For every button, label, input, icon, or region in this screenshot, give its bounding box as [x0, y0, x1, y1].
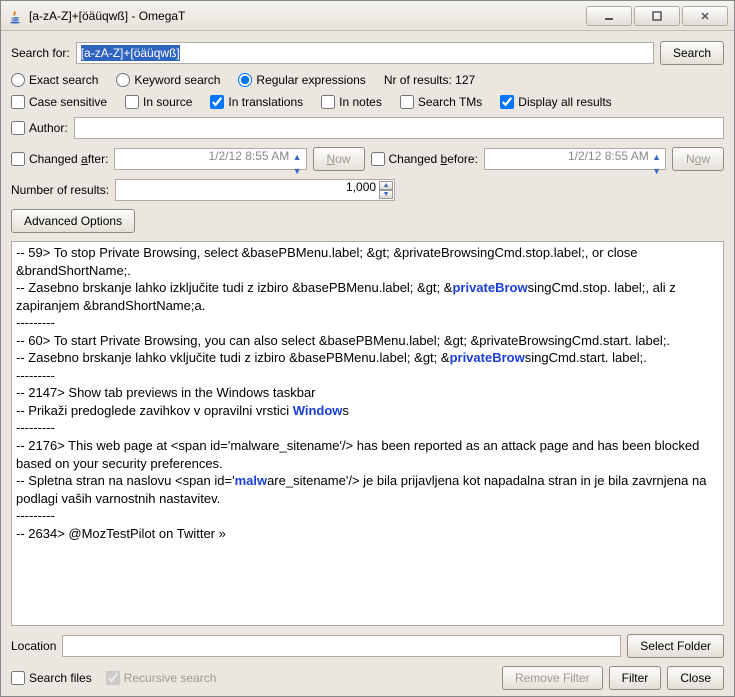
close-button[interactable]: Close	[667, 666, 724, 690]
filter-button[interactable]: Filter	[609, 666, 662, 690]
titlebar: [a-zA-Z]+[öäüqwß] - OmegaT	[1, 1, 734, 31]
result-line: -- Zasebno brskanje lahko izključite tud…	[16, 279, 719, 314]
case-sensitive-label: Case sensitive	[29, 95, 107, 109]
num-results-input[interactable]: 1,000 ▲▼	[115, 179, 395, 201]
changed-after-check[interactable]	[11, 152, 25, 166]
recursive-label: Recursive search	[124, 671, 217, 685]
result-sep: ---------	[16, 419, 719, 437]
result-line: -- 2176> This web page at <span id='malw…	[16, 437, 719, 472]
result-line: -- Spletna stran na naslovu <span id='ma…	[16, 472, 719, 507]
in-translations-label: In translations	[228, 95, 303, 109]
results-pane[interactable]: -- 59> To stop Private Browsing, select …	[11, 241, 724, 626]
in-notes-check[interactable]	[321, 95, 335, 109]
keyword-search-label: Keyword search	[134, 73, 220, 87]
result-line: -- Zasebno brskanje lahko vključite tudi…	[16, 349, 719, 367]
advanced-options-button[interactable]: Advanced Options	[11, 209, 135, 233]
changed-before-input[interactable]: 1/2/12 8:55 AM ▲▼	[484, 148, 666, 170]
author-check[interactable]	[11, 121, 25, 135]
recursive-check	[106, 671, 120, 685]
display-all-label: Display all results	[518, 95, 611, 109]
search-input[interactable]: [a-zA-Z]+[öäüqwß]	[76, 42, 654, 64]
java-icon	[7, 8, 23, 24]
select-folder-button[interactable]: Select Folder	[627, 634, 724, 658]
remove-filter-button: Remove Filter	[502, 666, 603, 690]
case-sensitive-check[interactable]	[11, 95, 25, 109]
close-window-button[interactable]	[682, 6, 728, 26]
display-all-check[interactable]	[500, 95, 514, 109]
result-line: -- 60> To start Private Browsing, you ca…	[16, 332, 719, 350]
keyword-search-radio[interactable]	[116, 73, 130, 87]
window-title: [a-zA-Z]+[öäüqwß] - OmegaT	[29, 9, 185, 23]
regex-radio[interactable]	[238, 73, 252, 87]
in-source-check[interactable]	[125, 95, 139, 109]
author-input[interactable]	[74, 117, 724, 139]
location-input[interactable]	[62, 635, 621, 657]
result-line: -- 2634> @MozTestPilot on Twitter »	[16, 525, 719, 543]
author-label: Author:	[29, 121, 68, 135]
changed-before-label: Changed before:	[389, 152, 478, 166]
in-notes-label: In notes	[339, 95, 382, 109]
location-label: Location	[11, 639, 56, 653]
result-line: -- 59> To stop Private Browsing, select …	[16, 244, 719, 279]
result-line: -- 2147> Show tab previews in the Window…	[16, 384, 719, 402]
result-line: -- Prikaži predoglede zavihkov v opravil…	[16, 402, 719, 420]
exact-search-label: Exact search	[29, 73, 98, 87]
search-button[interactable]: Search	[660, 41, 724, 65]
changed-before-check[interactable]	[371, 152, 385, 166]
maximize-button[interactable]	[634, 6, 680, 26]
minimize-button[interactable]	[586, 6, 632, 26]
result-sep: ---------	[16, 507, 719, 525]
in-source-label: In source	[143, 95, 192, 109]
num-results-label: Number of results:	[11, 183, 109, 197]
regex-label: Regular expressions	[256, 73, 365, 87]
spinner-buttons[interactable]: ▲▼	[379, 181, 393, 199]
result-sep: ---------	[16, 314, 719, 332]
search-for-label: Search for:	[11, 46, 70, 60]
results-count-label: Nr of results: 127	[384, 73, 475, 87]
after-now-button: Now	[313, 147, 365, 171]
before-now-button: Now	[672, 147, 724, 171]
changed-after-label: Changed after:	[29, 152, 108, 166]
search-tms-check[interactable]	[400, 95, 414, 109]
result-sep: ---------	[16, 367, 719, 385]
exact-search-radio[interactable]	[11, 73, 25, 87]
search-files-check[interactable]	[11, 671, 25, 685]
changed-after-input[interactable]: 1/2/12 8:55 AM ▲▼	[114, 148, 306, 170]
in-translations-check[interactable]	[210, 95, 224, 109]
search-files-label: Search files	[29, 671, 92, 685]
search-tms-label: Search TMs	[418, 95, 482, 109]
search-window: [a-zA-Z]+[öäüqwß] - OmegaT Search for: […	[0, 0, 735, 697]
